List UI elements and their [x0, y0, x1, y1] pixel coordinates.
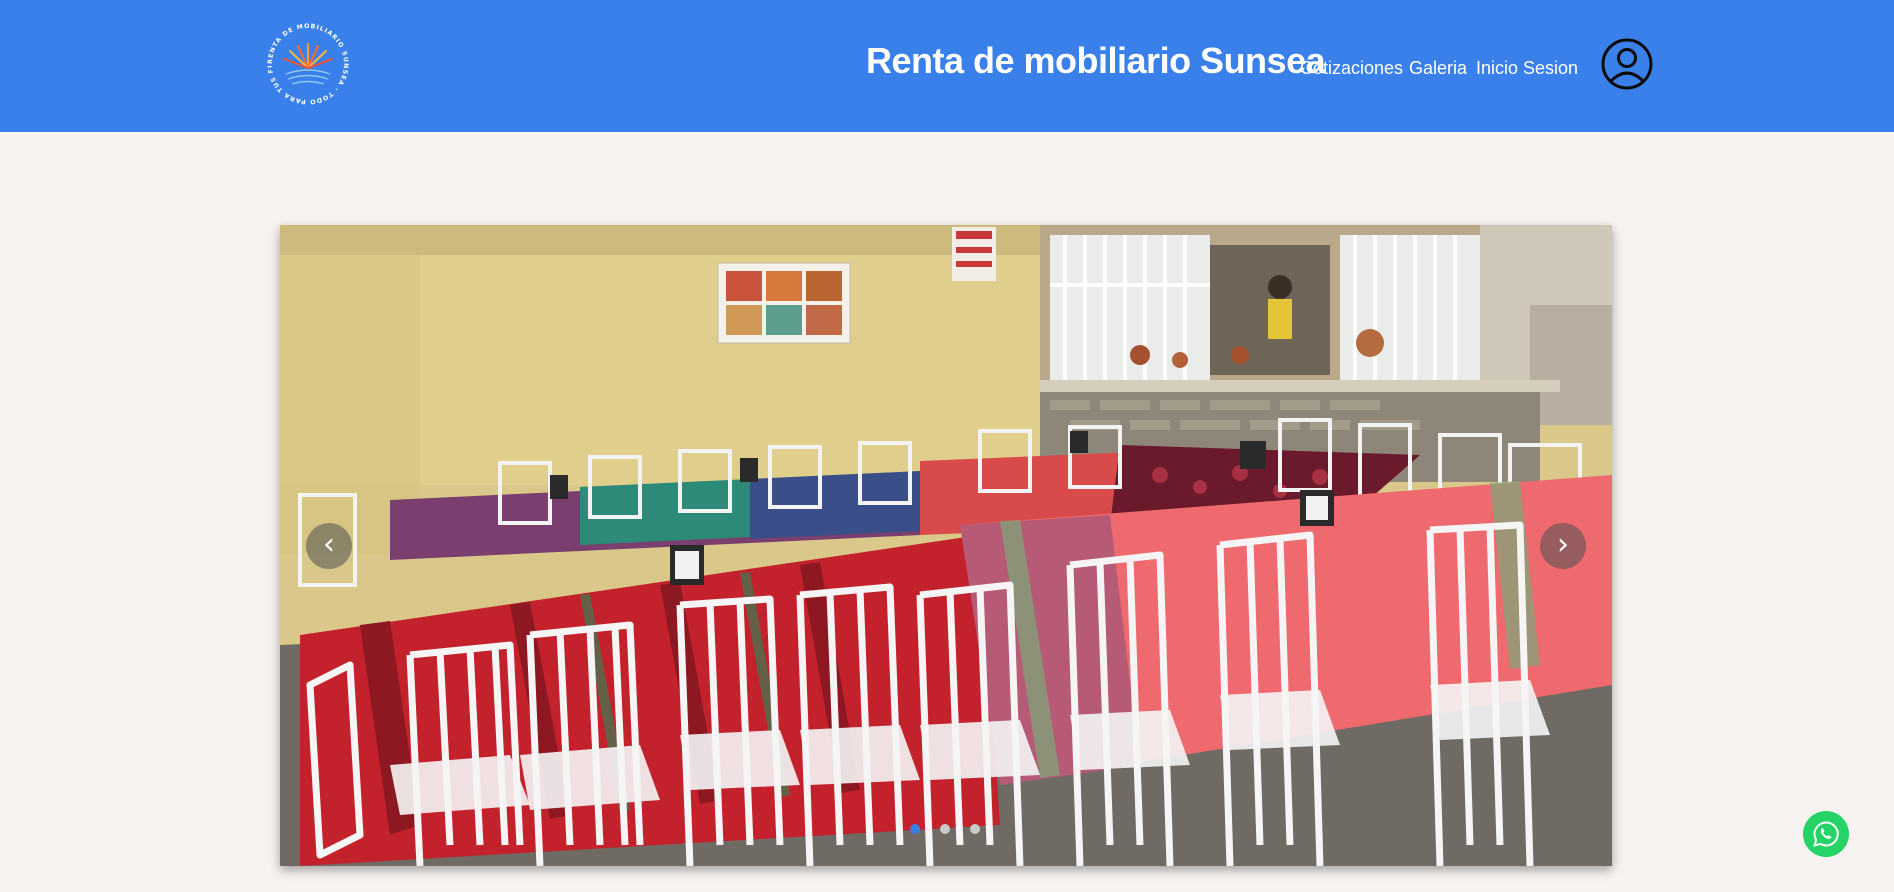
whatsapp-icon — [1813, 821, 1839, 847]
carousel-dot-2[interactable] — [940, 824, 950, 834]
carousel-prev-button[interactable]: ‹ — [306, 523, 352, 569]
carousel-dot-1[interactable] — [910, 824, 920, 834]
carousel-dot-3[interactable] — [970, 824, 980, 834]
site-title: Renta de mobiliario Sunsea — [866, 40, 1326, 81]
nav-inicio-sesion[interactable]: Inicio Sesion — [1476, 58, 1578, 79]
sunsea-logo[interactable]: RENTA DE MOBILIARIO SUNSEA · TODO PARA T… — [262, 18, 354, 110]
nav-galeria[interactable]: Galeria — [1409, 58, 1467, 79]
carousel-indicators — [910, 824, 990, 836]
site-header: RENTA DE MOBILIARIO SUNSEA · TODO PARA T… — [0, 0, 1894, 132]
nav-cotizaciones[interactable]: Cotizaciones — [1300, 58, 1403, 79]
whatsapp-button[interactable] — [1803, 811, 1849, 857]
carousel-next-button[interactable]: › — [1540, 523, 1586, 569]
image-carousel: ‹ › — [280, 225, 1612, 866]
user-circle-icon[interactable] — [1600, 37, 1654, 91]
carousel-slide-image — [280, 225, 1612, 866]
